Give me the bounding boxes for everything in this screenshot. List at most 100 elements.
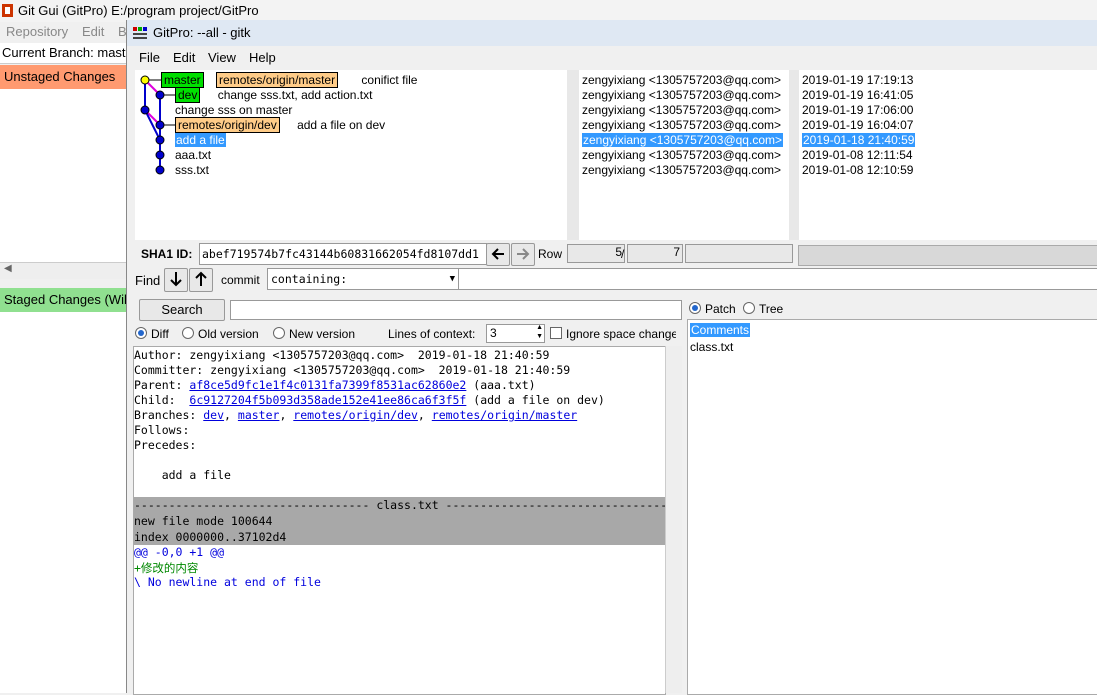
commit-node <box>155 135 165 145</box>
back-button[interactable] <box>486 243 510 266</box>
remote-tag-origin-master[interactable]: remotes/origin/master <box>216 72 339 88</box>
radio-icon <box>689 302 701 314</box>
diff-pane[interactable]: Author: zengyixiang <1305757203@qq.com> … <box>133 346 666 695</box>
sha1-input[interactable]: abef719574b7fc43144b60831662054fd8107dd1 <box>199 243 487 265</box>
arrow-up-icon <box>195 271 207 286</box>
added-line: +修改的内容 <box>134 561 199 575</box>
lines-of-context-label: Lines of context: <box>388 327 476 341</box>
gitgui-menu-edit[interactable]: Edit <box>82 24 104 39</box>
branch-tag-master[interactable]: master <box>161 72 204 88</box>
staged-changes-list[interactable] <box>0 312 126 693</box>
file-list-pane[interactable]: Comments class.txt <box>687 319 1097 695</box>
patch-radio[interactable]: Patch <box>689 302 736 316</box>
find-input[interactable] <box>458 268 1097 290</box>
index-line: index 0000000..37102d4 <box>134 530 287 544</box>
spinner-arrows-icon[interactable]: ▲ ▼ <box>536 323 543 341</box>
date-cell: 2019-01-19 17:06:00 <box>802 103 914 117</box>
branch-link-origin-dev[interactable]: remotes/origin/dev <box>293 408 418 422</box>
old-version-radio[interactable]: Old version <box>182 327 259 341</box>
progress-field <box>685 244 793 263</box>
branch-link-master[interactable]: master <box>238 408 280 422</box>
commit-message: add a file on dev <box>297 118 386 132</box>
diff-radio[interactable]: Diff <box>135 327 169 341</box>
gitgui-window-title: Git Gui (GitPro) E:/program project/GitP… <box>18 3 259 18</box>
author-pane[interactable]: zengyixiang <1305757203@qq.com> zengyixi… <box>579 70 789 240</box>
find-label: Find <box>135 273 161 288</box>
pane-splitter[interactable] <box>567 70 579 240</box>
diff-child-line: Child: 6c9127204f5b093d358ade152e41ee86c… <box>134 393 605 407</box>
commit-row[interactable]: change sss on master <box>175 103 292 117</box>
diff-follows-line: Follows: <box>134 423 190 437</box>
old-version-label: Old version <box>198 327 259 341</box>
gitgui-menu-repository[interactable]: Repository <box>6 24 68 39</box>
author-cell: zengyixiang <1305757203@qq.com> <box>582 73 781 87</box>
date-cell: 2019-01-08 12:10:59 <box>802 163 914 177</box>
commit-message: sss.txt <box>175 163 210 177</box>
file-list-item-class-txt[interactable]: class.txt <box>690 340 733 354</box>
date-pane[interactable]: 2019-01-19 17:19:13 2019-01-19 16:41:05 … <box>799 70 1097 240</box>
commit-graph-pane[interactable]: master remotes/origin/master conifict fi… <box>135 70 567 240</box>
commit-message: conifict file <box>361 73 418 87</box>
patch-label: Patch <box>705 302 736 316</box>
remote-tag-origin-dev[interactable]: remotes/origin/dev <box>175 117 280 133</box>
child-sha-link[interactable]: 6c9127204f5b093d358ade152e41ee86ca6f3f5f <box>189 393 466 407</box>
branch-link-origin-master[interactable]: remotes/origin/master <box>432 408 577 422</box>
commit-row-selected[interactable]: add a file <box>175 133 226 147</box>
tree-radio[interactable]: Tree <box>743 302 783 316</box>
ignore-space-checkbox[interactable]: Ignore space change <box>550 327 676 341</box>
gitk-window: GitPro: --all - gitk File Edit View Help <box>126 20 1097 695</box>
date-cell: 2019-01-08 12:11:54 <box>802 148 913 162</box>
branch-link-dev[interactable]: dev <box>203 408 224 422</box>
find-mode-value: containing: <box>271 272 348 286</box>
commit-row[interactable]: dev change sss.txt, add action.txt <box>175 87 372 103</box>
unstaged-horizontal-scrollbar[interactable]: ◀ <box>0 262 126 279</box>
new-version-radio[interactable]: New version <box>273 327 355 341</box>
commit-node <box>140 75 150 85</box>
find-next-button[interactable] <box>164 268 188 292</box>
child-label: Child: <box>134 393 190 407</box>
commit-message-body: add a file <box>134 468 231 482</box>
menu-edit[interactable]: Edit <box>173 50 195 65</box>
parent-sha-link[interactable]: af8ce5d9fc1e1f4c0131fa7399f8531ac62860e2 <box>189 378 466 392</box>
staged-changes-label: Staged Changes (Will Commit) <box>4 292 126 307</box>
commit-row[interactable]: sss.txt <box>175 163 209 177</box>
find-mode-select[interactable]: containing: ▼ <box>267 268 460 290</box>
author-cell: zengyixiang <1305757203@qq.com> <box>582 88 781 102</box>
branch-tag-dev[interactable]: dev <box>175 87 201 103</box>
file-list-item-comments[interactable]: Comments <box>690 323 751 337</box>
unstaged-changes-header: Unstaged Changes <box>0 65 126 89</box>
no-newline-line: \ No newline at end of file <box>134 575 321 589</box>
commit-row[interactable]: master remotes/origin/master conifict fi… <box>161 72 418 88</box>
sha1-label: SHA1 ID: <box>141 247 193 261</box>
date-cell: 2019-01-19 16:04:07 <box>802 118 914 132</box>
menu-view[interactable]: View <box>208 50 236 65</box>
search-input[interactable] <box>230 300 682 320</box>
find-prev-button[interactable] <box>189 268 213 292</box>
gitk-window-title: GitPro: --all - gitk <box>153 25 251 40</box>
commit-row[interactable]: remotes/origin/dev add a file on dev <box>175 117 386 133</box>
scroll-left-arrow-icon[interactable]: ◀ <box>4 263 12 274</box>
gitgui-menubar: Repository Edit B <box>0 22 127 42</box>
lines-of-context-spinbox[interactable]: 3 ▲ ▼ <box>486 324 545 343</box>
commit-message: change sss on master <box>175 103 293 117</box>
author-cell: zengyixiang <1305757203@qq.com> <box>582 148 781 162</box>
search-button[interactable]: Search <box>139 299 225 321</box>
date-cell: 2019-01-19 16:41:05 <box>802 88 914 102</box>
menu-help[interactable]: Help <box>249 50 276 65</box>
forward-button[interactable] <box>511 243 535 266</box>
author-cell: zengyixiang <1305757203@qq.com> <box>582 103 781 117</box>
pane-splitter[interactable] <box>789 70 799 240</box>
menu-file[interactable]: File <box>139 50 160 65</box>
commit-row[interactable]: aaa.txt <box>175 148 211 162</box>
unstaged-changes-list[interactable] <box>0 89 126 262</box>
radio-icon <box>182 327 194 339</box>
gitk-menubar: File Edit View Help <box>127 46 1097 68</box>
radio-icon <box>135 327 147 339</box>
lines-of-context-value: 3 <box>490 326 497 340</box>
diff-precedes-line: Precedes: <box>134 438 197 452</box>
row-total-value: 7 <box>673 245 680 259</box>
file-mode-line: new file mode 100644 <box>134 514 273 528</box>
current-branch-label: Current Branch: master <box>2 45 126 60</box>
diff-vertical-scrollbar[interactable] <box>665 346 682 693</box>
radio-icon <box>743 302 755 314</box>
